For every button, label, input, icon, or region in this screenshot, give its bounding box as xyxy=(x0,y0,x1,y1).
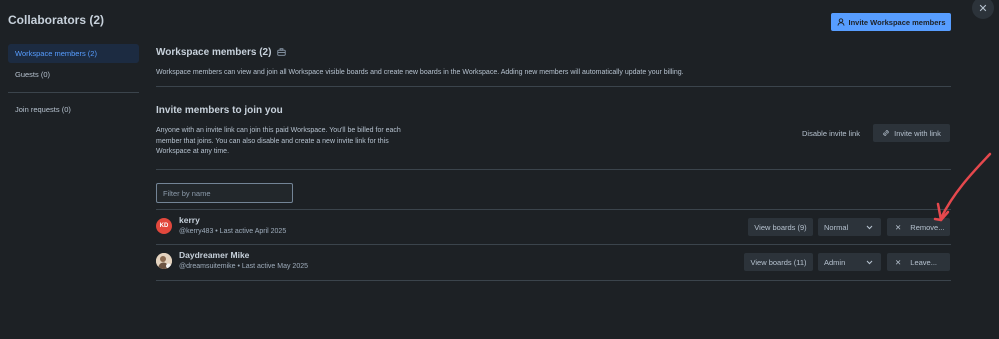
sidebar-item-label: Workspace members (2) xyxy=(15,49,97,58)
members-section-heading: Workspace members (2) xyxy=(156,44,951,60)
invite-with-link-label: Invite with link xyxy=(894,128,941,138)
invite-workspace-members-button[interactable]: Invite Workspace members xyxy=(831,13,951,31)
member-meta: @dreamsuitemike • Last active May 2025 xyxy=(179,263,309,270)
person-icon xyxy=(836,18,845,26)
section-divider xyxy=(156,169,951,170)
sidebar: Workspace members (2) Guests (0) Join re… xyxy=(8,44,139,119)
role-value: Normal xyxy=(824,222,849,232)
members-description: Workspace members can view and join all … xyxy=(156,69,684,76)
remove-member-button[interactable]: ✕ Remove... xyxy=(887,218,950,236)
sidebar-item-label: Guests (0) xyxy=(15,70,51,79)
link-icon xyxy=(883,130,889,136)
sidebar-item-workspace-members[interactable]: Workspace members (2) xyxy=(8,44,139,63)
chevron-down-icon xyxy=(866,225,873,229)
avatar xyxy=(156,253,172,269)
list-divider xyxy=(156,280,951,281)
view-boards-button[interactable]: View boards (11) xyxy=(744,253,813,271)
role-select[interactable]: Normal xyxy=(818,218,881,236)
disable-invite-link-button[interactable]: Disable invite link xyxy=(799,124,863,142)
close-icon: ✕ xyxy=(978,2,988,15)
invite-workspace-members-label: Invite Workspace members xyxy=(848,17,946,27)
sidebar-divider xyxy=(8,92,139,93)
invite-section: Invite members to join you Anyone with a… xyxy=(156,102,951,158)
view-boards-button[interactable]: View boards (9) xyxy=(748,218,813,236)
sidebar-item-join-requests[interactable]: Join requests (0) xyxy=(8,100,139,119)
invite-with-link-button[interactable]: Invite with link xyxy=(873,124,950,142)
member-row: Daydreamer Mike @dreamsuitemike • Last a… xyxy=(156,244,951,280)
section-divider xyxy=(156,86,951,87)
sidebar-item-guests[interactable]: Guests (0) xyxy=(8,65,139,84)
close-icon: ✕ xyxy=(895,257,902,267)
leave-button[interactable]: ✕ Leave... xyxy=(887,253,950,271)
main-panel: Workspace members (2) Workspace members … xyxy=(156,44,951,281)
members-section-title: Workspace members (2) xyxy=(156,46,272,58)
close-button[interactable]: ✕ xyxy=(972,0,994,19)
invite-section-title: Invite members to join you xyxy=(156,104,283,116)
sidebar-item-label: Join requests (0) xyxy=(15,105,71,114)
member-name: Daydreamer Mike xyxy=(179,250,250,260)
member-name: kerry xyxy=(179,215,200,225)
chevron-down-icon xyxy=(866,260,873,264)
filter-by-name-input[interactable] xyxy=(156,183,293,203)
dialog-title: Collaborators (2) xyxy=(8,13,105,27)
avatar: KD xyxy=(156,218,172,234)
briefcase-icon xyxy=(277,48,287,56)
role-select[interactable]: Admin xyxy=(818,253,881,271)
member-row: KD kerry @kerry483 • Last active April 2… xyxy=(156,209,951,245)
invite-description: Anyone with an invite link can join this… xyxy=(156,127,401,155)
role-value: Admin xyxy=(824,257,846,267)
member-meta: @kerry483 • Last active April 2025 xyxy=(179,228,287,235)
remove-member-label: Remove... xyxy=(910,222,945,232)
person-photo-icon xyxy=(156,253,172,269)
leave-label: Leave... xyxy=(910,257,937,267)
close-icon: ✕ xyxy=(895,222,902,232)
